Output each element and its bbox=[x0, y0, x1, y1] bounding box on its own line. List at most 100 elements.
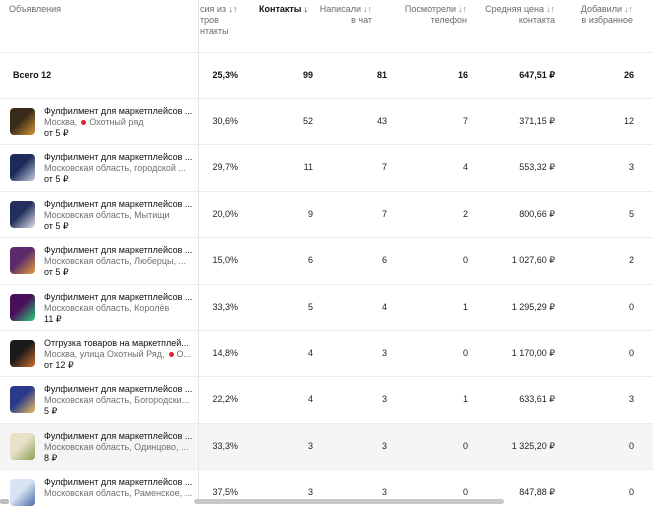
chat-value: 3 bbox=[381, 348, 387, 358]
ad-price: 5 ₽ bbox=[44, 406, 58, 417]
ad-thumbnail[interactable] bbox=[10, 340, 35, 367]
phone-views-value: 0 bbox=[462, 487, 468, 498]
chat-value: 3 bbox=[381, 487, 387, 498]
ad-thumbnail[interactable] bbox=[10, 386, 35, 414]
ad-location-text: Москва, улица Охотный Ряд, bbox=[44, 349, 165, 359]
ad-thumbnail[interactable] bbox=[10, 247, 35, 275]
ad-title-link[interactable]: Фулфилмент для маркетплейсов ... bbox=[44, 152, 194, 163]
ad-thumbnail[interactable] bbox=[10, 154, 35, 182]
ad-location: Московская область, Богородски... bbox=[44, 395, 194, 406]
ad-location-text: Московская область, Королёв bbox=[44, 302, 170, 313]
phone-views-value: 4 bbox=[462, 162, 468, 173]
favorites-value: 5 bbox=[628, 208, 634, 219]
ad-row[interactable]: Фулфилмент для маркетплейсов ... Московск… bbox=[0, 283, 653, 331]
column-header-phone-line2: телефон bbox=[430, 15, 467, 25]
ad-price: от 12 ₽ bbox=[44, 360, 74, 370]
ad-row[interactable]: Фулфилмент для маркетплейсов ... Московск… bbox=[0, 237, 653, 284]
contacts-value: 6 bbox=[307, 255, 313, 266]
total-phone: 16 bbox=[457, 70, 468, 80]
ad-thumbnail[interactable] bbox=[10, 200, 35, 228]
contacts-value: 3 bbox=[307, 487, 313, 498]
ad-price: 8 ₽ bbox=[44, 452, 58, 463]
ad-location-text: Московская область, Мытищи bbox=[44, 209, 170, 220]
conversion-value: 37,5% bbox=[212, 487, 238, 498]
ad-row[interactable]: Фулфилмент для маркетплейсов ... Московск… bbox=[0, 376, 653, 423]
ad-price: от 5 ₽ bbox=[44, 174, 69, 185]
avg-contact-price-value: 1 027,60 ₽ bbox=[511, 255, 555, 266]
total-chat: 81 bbox=[376, 70, 387, 80]
ad-thumbnail[interactable] bbox=[10, 293, 35, 321]
column-header-contacts-label: Контакты bbox=[259, 4, 302, 14]
phone-views-value: 2 bbox=[462, 208, 468, 219]
chat-value: 4 bbox=[381, 301, 387, 312]
phone-views-value: 0 bbox=[462, 440, 468, 451]
chat-value: 6 bbox=[381, 255, 387, 266]
ad-title-link[interactable]: Фулфилмент для маркетплейсов ... bbox=[44, 477, 194, 488]
favorites-value: 3 bbox=[628, 394, 634, 405]
ad-thumbnail[interactable] bbox=[10, 432, 35, 460]
ad-location: Московская область, Королёв bbox=[44, 303, 194, 314]
column-header-ads[interactable]: Объявления bbox=[9, 4, 61, 15]
column-header-contacts[interactable]: Контакты ↓ bbox=[218, 4, 308, 15]
contacts-value: 3 bbox=[307, 440, 313, 451]
ad-row[interactable]: Отгрузка товаров на маркетплей... Москва,… bbox=[0, 330, 653, 377]
avg-contact-price-value: 553,32 ₽ bbox=[519, 162, 555, 173]
column-header-phone[interactable]: Посмотрели ↓↑ телефон bbox=[387, 4, 467, 26]
ad-location: Московская область, Одинцово, ... bbox=[44, 442, 194, 453]
favorites-value: 0 bbox=[628, 440, 634, 451]
conversion-value: 20,0% bbox=[212, 208, 238, 219]
favorites-value: 0 bbox=[628, 487, 634, 498]
ad-row[interactable]: Фулфилмент для маркетплейсов ... Московск… bbox=[0, 422, 653, 471]
column-header-chat-line2: в чат bbox=[351, 15, 372, 25]
favorites-value: 12 bbox=[623, 116, 634, 126]
ad-row[interactable]: Фулфилмент для маркетплейсов ... Московск… bbox=[0, 469, 653, 516]
ad-title-link[interactable]: Фулфилмент для маркетплейсов ... bbox=[44, 431, 194, 442]
ads-stats-table: Объявления сия из ↓↑ тров нтакты Контакт… bbox=[0, 0, 653, 507]
chat-value: 43 bbox=[376, 116, 387, 126]
ad-price: от 5 ₽ bbox=[44, 220, 69, 231]
ad-metro-station: О... bbox=[176, 349, 192, 359]
avg-contact-price-value: 371,15 ₽ bbox=[519, 116, 555, 126]
scrollbar-left-handle[interactable] bbox=[0, 499, 9, 504]
contacts-value: 4 bbox=[307, 394, 313, 405]
ad-title-link[interactable]: Фулфилмент для маркетплейсов ... bbox=[44, 384, 194, 395]
ad-location: Московская область, городской ... bbox=[44, 163, 194, 174]
ad-thumbnail[interactable] bbox=[10, 108, 35, 135]
chat-value: 3 bbox=[381, 394, 387, 405]
ad-location: Москва, улица Охотный Ряд, О... bbox=[44, 349, 194, 360]
ad-metro-station: Охотный ряд bbox=[89, 117, 144, 127]
column-header-chat[interactable]: Написали ↓↑ в чат bbox=[312, 4, 372, 26]
total-favorites: 26 bbox=[623, 70, 634, 80]
avg-contact-price-value: 847,88 ₽ bbox=[519, 487, 555, 498]
ad-row[interactable]: Фулфилмент для маркетплейсов ... Московск… bbox=[0, 144, 653, 191]
ad-title-link[interactable]: Фулфилмент для маркетплейсов ... bbox=[44, 245, 194, 256]
ad-title-link[interactable]: Отгрузка товаров на маркетплей... bbox=[44, 338, 194, 349]
ad-title-link[interactable]: Фулфилмент для маркетплейсов ... bbox=[44, 292, 194, 303]
contacts-value: 4 bbox=[307, 348, 313, 358]
total-conversion: 25,3% bbox=[212, 70, 238, 80]
ad-row[interactable]: Фулфилмент для маркетплейсов ... Москва, О… bbox=[0, 98, 653, 145]
chat-value: 7 bbox=[381, 208, 387, 219]
column-header-phone-line1: Посмотрели bbox=[404, 4, 456, 14]
total-row: Всего 12 25,3% 99 81 16 647,51 ₽ 26 bbox=[0, 52, 653, 99]
ad-title-link[interactable]: Фулфилмент для маркетплейсов ... bbox=[44, 106, 194, 117]
ad-thumbnail[interactable] bbox=[10, 479, 35, 507]
phone-views-value: 0 bbox=[462, 348, 468, 358]
column-header-avg-price[interactable]: Средняя цена ↓↑ контакта bbox=[467, 4, 555, 26]
total-label: Всего 12 bbox=[13, 70, 52, 80]
conversion-value: 14,8% bbox=[212, 348, 238, 358]
column-header-favorites[interactable]: Добавили ↓↑ в избранное bbox=[559, 4, 633, 26]
metro-line-icon bbox=[81, 119, 87, 125]
metro-line-icon bbox=[168, 351, 174, 357]
horizontal-scrollbar[interactable] bbox=[194, 499, 504, 504]
conversion-value: 30,6% bbox=[212, 116, 238, 126]
conversion-value: 29,7% bbox=[212, 162, 238, 173]
ad-row[interactable]: Фулфилмент для маркетплейсов ... Московск… bbox=[0, 190, 653, 238]
ad-price: от 5 ₽ bbox=[44, 128, 69, 138]
avg-contact-price-value: 800,66 ₽ bbox=[519, 208, 555, 219]
conversion-value: 15,0% bbox=[212, 255, 238, 266]
chat-value: 3 bbox=[381, 440, 387, 451]
ad-title-link[interactable]: Фулфилмент для маркетплейсов ... bbox=[44, 199, 194, 210]
phone-views-value: 7 bbox=[462, 116, 468, 126]
ad-location: Московская область, Мытищи bbox=[44, 210, 194, 221]
